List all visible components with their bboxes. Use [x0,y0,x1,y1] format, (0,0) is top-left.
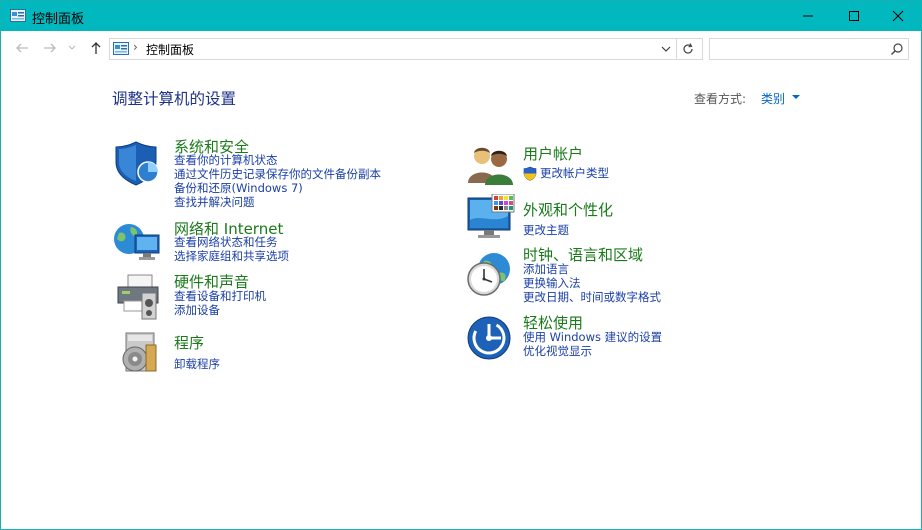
link-devices-printers[interactable]: 查看设备和打印机 [174,289,266,303]
close-icon [892,10,904,22]
printer-speaker-icon[interactable] [114,273,162,321]
chevron-down-icon [68,45,76,50]
title-bar[interactable]: 控制面板 [1,1,921,31]
refresh-button[interactable] [676,39,699,59]
shield-icon[interactable] [114,140,162,186]
link-windows-recommended-settings[interactable]: 使用 Windows 建议的设置 [523,330,662,344]
link-view-computer-status[interactable]: 查看你的计算机状态 [174,153,278,167]
refresh-icon [683,43,693,54]
link-add-language[interactable]: 添加语言 [523,262,569,276]
link-change-theme[interactable]: 更改主题 [523,223,569,237]
control-panel-icon [113,42,129,55]
breadcrumb-separator[interactable]: › [133,40,138,54]
link-change-account-type[interactable]: 更改帐户类型 [540,166,609,180]
minimize-button[interactable] [785,1,831,31]
maximize-button[interactable] [831,1,877,31]
control-panel-icon [10,9,26,22]
link-file-history-backup[interactable]: 通过文件历史记录保存你的文件备份副本 [174,167,381,181]
link-change-input-method[interactable]: 更换输入法 [523,276,581,290]
clock-globe-icon[interactable] [464,251,514,299]
network-globe-icon[interactable] [113,219,163,265]
close-button[interactable] [875,1,921,31]
window-title: 控制面板 [32,12,85,27]
link-backup-restore-win7[interactable]: 备份和还原(Windows 7) [174,181,303,195]
back-arrow-icon [16,43,28,53]
view-by-dropdown-icon[interactable] [792,95,800,99]
navigation-bar: › 控制面板 [1,32,921,64]
link-change-date-time-format[interactable]: 更改日期、时间或数字格式 [523,290,661,304]
breadcrumb-control-panel[interactable]: 控制面板 [146,41,194,58]
category-user-accounts[interactable]: 用户帐户 [523,143,583,164]
programs-icon[interactable] [118,331,160,375]
link-homegroup-sharing[interactable]: 选择家庭组和共享选项 [174,249,289,263]
page-title: 调整计算机的设置 [112,90,237,108]
up-arrow-icon [91,42,101,54]
link-uninstall-program[interactable]: 卸载程序 [174,357,220,371]
view-by-selector[interactable]: 类别 [761,90,785,107]
forward-arrow-icon [44,43,56,53]
recent-locations-button[interactable] [67,39,77,57]
maximize-icon [849,11,859,21]
forward-button[interactable] [41,39,59,57]
view-by-label: 查看方式: [694,92,747,106]
category-programs[interactable]: 程序 [174,332,204,353]
address-dropdown-button[interactable] [658,41,674,57]
minimize-icon [803,15,813,17]
link-troubleshoot[interactable]: 查找并解决问题 [174,195,255,209]
search-icon[interactable] [890,42,904,56]
user-accounts-icon[interactable] [466,143,514,185]
address-bar[interactable]: › 控制面板 [109,38,703,60]
search-input[interactable] [714,41,879,56]
ease-of-access-icon[interactable] [466,315,512,361]
back-button[interactable] [13,39,31,57]
link-network-status[interactable]: 查看网络状态和任务 [174,235,278,249]
chevron-down-icon [661,46,671,52]
search-box[interactable] [709,38,909,60]
appearance-monitor-icon[interactable] [466,194,516,242]
category-appearance-personalization[interactable]: 外观和个性化 [523,199,613,220]
link-optimize-visual-display[interactable]: 优化视觉显示 [523,344,592,358]
up-button[interactable] [87,39,105,57]
link-add-device[interactable]: 添加设备 [174,303,220,317]
control-panel-window: 控制面板 › 控制面板 调整计算机的设置 查看方式: 类别 系统和安全 查看你的… [0,0,922,530]
uac-shield-icon [523,166,537,181]
